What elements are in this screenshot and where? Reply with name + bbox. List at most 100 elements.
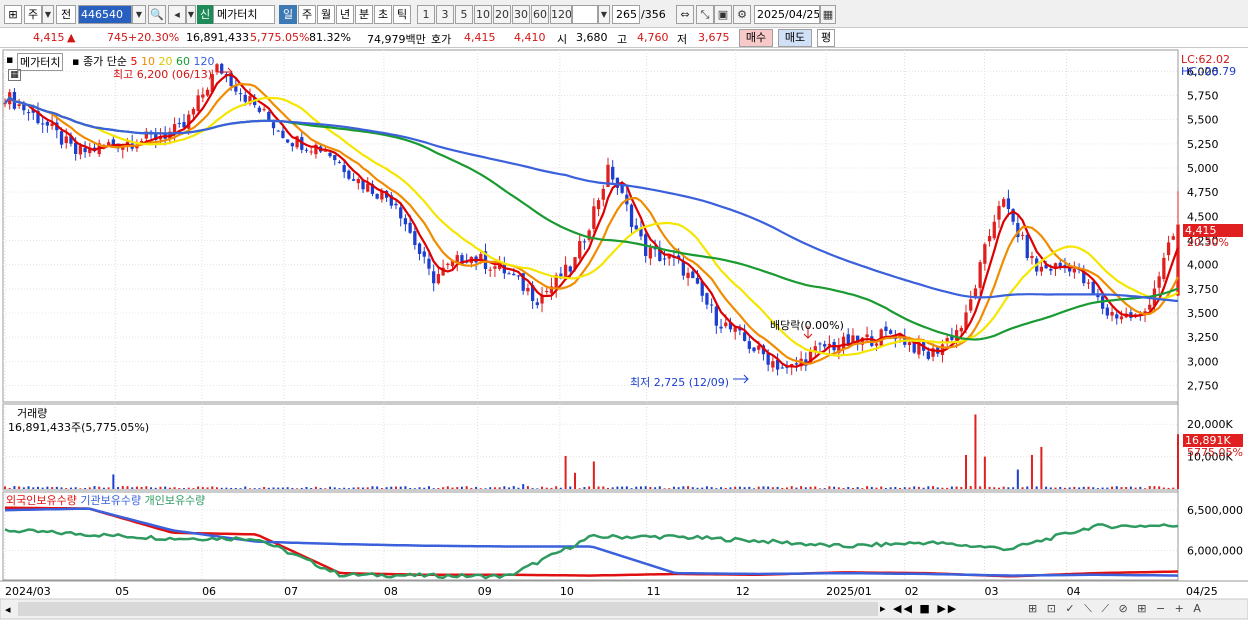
volume-bar xyxy=(828,486,831,489)
x-tick-label: 04/25 xyxy=(1186,585,1218,598)
candle-body xyxy=(1162,257,1166,280)
volume-bar xyxy=(908,487,911,489)
volume-bar xyxy=(1082,486,1085,489)
grid-icon[interactable]: ⊞ xyxy=(4,5,22,24)
volume-bar xyxy=(1139,486,1142,489)
candle-body xyxy=(596,200,601,210)
volume-bar xyxy=(333,487,336,489)
open-price: 3,680 xyxy=(576,31,608,44)
interval-20[interactable]: 20 xyxy=(493,5,511,24)
period-1[interactable]: 주 xyxy=(298,5,316,24)
volume-bar xyxy=(357,487,360,489)
volume-bar xyxy=(526,486,529,489)
buy-button[interactable]: 매수 xyxy=(739,29,773,47)
volume-bar xyxy=(1158,486,1161,489)
chart-area[interactable]: 2024/03 05 06 07 08 09 10 11 12 2025/01 02 03 04 04/2… xyxy=(0,48,1248,621)
volume-bar xyxy=(305,487,308,489)
x-tick-label: 2024/03 xyxy=(5,585,51,598)
period-0[interactable]: 일 xyxy=(279,5,297,24)
volume-bar xyxy=(286,487,289,489)
volume-bar xyxy=(724,487,727,489)
speaker-icon[interactable]: ◂ xyxy=(168,5,186,24)
volume-last-pct: 5775.05% xyxy=(1187,446,1243,459)
period-2[interactable]: 월 xyxy=(317,5,335,24)
vol-tick-label: 20,000K xyxy=(1187,418,1233,431)
settings-icon[interactable]: ▪ xyxy=(6,53,13,66)
table-icon[interactable]: ▦ xyxy=(8,69,21,81)
volume-bar xyxy=(870,486,873,489)
period-6[interactable]: 틱 xyxy=(393,5,411,24)
candle-body xyxy=(620,185,624,193)
x-tick-label: 06 xyxy=(202,585,216,598)
candle-body xyxy=(1176,224,1180,296)
interval-30[interactable]: 30 xyxy=(512,5,530,24)
candle-body xyxy=(983,244,987,264)
volume-bar xyxy=(112,474,115,489)
volume-bar xyxy=(479,488,482,489)
interval-5[interactable]: 5 xyxy=(455,5,473,24)
candle-body xyxy=(172,124,177,134)
volume-bar xyxy=(187,487,190,489)
candle-body xyxy=(662,258,667,260)
save-icon[interactable]: ▣ xyxy=(714,5,732,24)
scroll-left-icon[interactable]: ◂ xyxy=(5,603,11,616)
volume-bar xyxy=(583,487,586,489)
volume-bar xyxy=(696,487,699,489)
trade-amount: 74,979백만 xyxy=(367,33,426,46)
volume-bar xyxy=(1021,487,1024,489)
interval-120[interactable]: 120 xyxy=(550,5,572,24)
volume-bar xyxy=(531,488,534,489)
volume-bar xyxy=(823,488,826,489)
volume-bar xyxy=(79,488,82,489)
gear-icon[interactable]: ⚙ xyxy=(733,5,751,24)
eval-button[interactable]: 평 xyxy=(817,29,835,47)
speaker-dropdown-icon[interactable]: ▼ xyxy=(186,5,196,24)
volume-bar xyxy=(790,486,793,489)
code-dropdown-icon[interactable]: ▼ xyxy=(132,5,146,24)
interval-dropdown-icon[interactable]: ▼ xyxy=(598,5,610,24)
prev-button[interactable]: 전 xyxy=(56,5,76,24)
period-5[interactable]: 초 xyxy=(374,5,392,24)
volume-bar xyxy=(423,487,426,489)
chevron-down-icon[interactable]: ▼ xyxy=(42,5,54,24)
volume-bar xyxy=(611,487,614,489)
volume-bar xyxy=(234,487,237,489)
sell-button[interactable]: 매도 xyxy=(778,29,812,47)
calendar-icon[interactable]: ▦ xyxy=(820,5,836,24)
zoom-icon[interactable]: ⇔ xyxy=(676,5,694,24)
y-tick-label: 2,750 xyxy=(1187,380,1219,393)
period-4[interactable]: 분 xyxy=(355,5,373,24)
stock-name[interactable]: 메가터치 xyxy=(213,5,275,24)
volume-bar xyxy=(578,488,581,489)
stock-code-input[interactable]: 446540 xyxy=(78,5,132,24)
low-price: 3,675 xyxy=(698,31,730,44)
volume-panel-value: 16,891,433주(5,775.05%) xyxy=(8,421,150,434)
volume-bar xyxy=(555,486,558,489)
volume-bar xyxy=(663,488,666,489)
candle-body xyxy=(45,121,50,126)
period-select[interactable]: 주 xyxy=(24,5,42,24)
volume-bar xyxy=(150,487,153,489)
volume-bar xyxy=(371,486,374,489)
interval-60[interactable]: 60 xyxy=(531,5,549,24)
volume-bar xyxy=(352,487,355,489)
count-input[interactable]: 265 xyxy=(612,5,640,24)
period-3[interactable]: 년 xyxy=(336,5,354,24)
volume-bar xyxy=(767,486,770,489)
draw-icon[interactable]: ⤡ xyxy=(696,5,714,24)
candle-body xyxy=(78,145,83,155)
scroll-controls[interactable]: ▸ ◀◀ ■ ▶▶ xyxy=(880,602,958,615)
candle-body xyxy=(351,179,356,181)
custom-interval-input[interactable] xyxy=(572,5,598,24)
date-input[interactable]: 2025/04/25 xyxy=(754,5,820,24)
volume-bar xyxy=(296,488,299,489)
volume-bar xyxy=(1012,487,1015,489)
tool-icons[interactable]: ⊞ ⊡ ✓ ⟍ ⟋ ⊘ ⊞ − + A xyxy=(1028,602,1204,616)
interval-1[interactable]: 1 xyxy=(417,5,435,24)
search-icon[interactable]: 🔍 xyxy=(148,5,166,24)
candle-body xyxy=(394,203,398,206)
volume-bar xyxy=(503,486,506,489)
low-arrow-icon xyxy=(733,374,749,384)
interval-3[interactable]: 3 xyxy=(436,5,454,24)
interval-10[interactable]: 10 xyxy=(474,5,492,24)
